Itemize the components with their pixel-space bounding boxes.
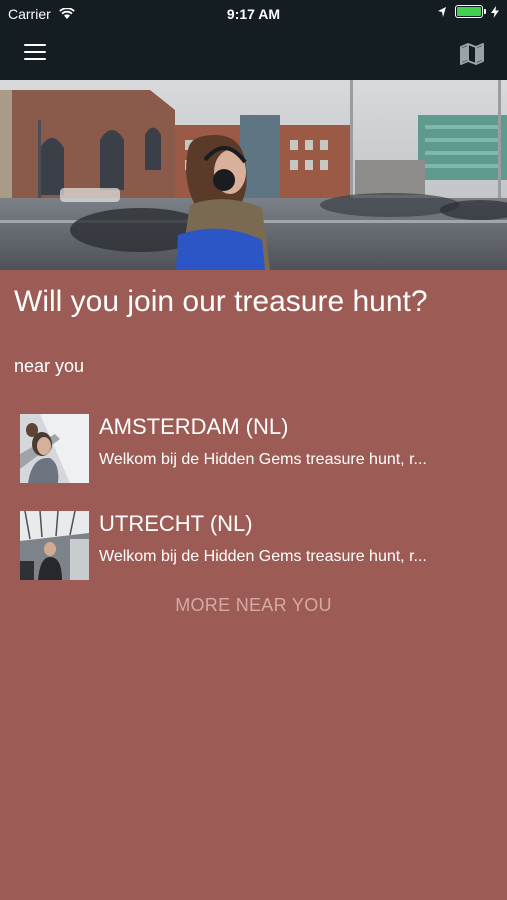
utrecht-thumbnail xyxy=(20,511,89,580)
list-item-amsterdam[interactable]: AMSTERDAM (NL) Welkom bij de Hidden Gems… xyxy=(20,414,490,484)
status-right xyxy=(437,5,499,18)
list-item-utrecht[interactable]: UTRECHT (NL) Welkom bij de Hidden Gems t… xyxy=(20,511,490,581)
section-label-near-you: near you xyxy=(14,356,85,376)
item-title: UTRECHT (NL) xyxy=(99,511,253,536)
more-near-you-button[interactable]: MORE NEAR YOU xyxy=(0,595,507,616)
location-arrow-icon xyxy=(438,6,446,17)
hero-image xyxy=(0,80,507,270)
map-icon[interactable] xyxy=(459,41,485,67)
battery-icon xyxy=(455,5,486,18)
charging-bolt-icon xyxy=(491,5,499,18)
item-description: Welkom bij de Hidden Gems treasure hunt,… xyxy=(99,451,427,468)
battery-fill xyxy=(457,7,481,16)
item-description: Welkom bij de Hidden Gems treasure hunt,… xyxy=(99,548,427,565)
status-bar: Carrier 9:17 AM xyxy=(0,0,507,28)
hamburger-icon[interactable] xyxy=(24,44,46,62)
clock: 9:17 AM xyxy=(226,6,281,22)
nav-bar xyxy=(0,28,507,80)
item-title: AMSTERDAM (NL) xyxy=(99,414,289,439)
amsterdam-thumbnail xyxy=(20,414,89,483)
page-title: Will you join our treasure hunt? xyxy=(14,285,428,318)
